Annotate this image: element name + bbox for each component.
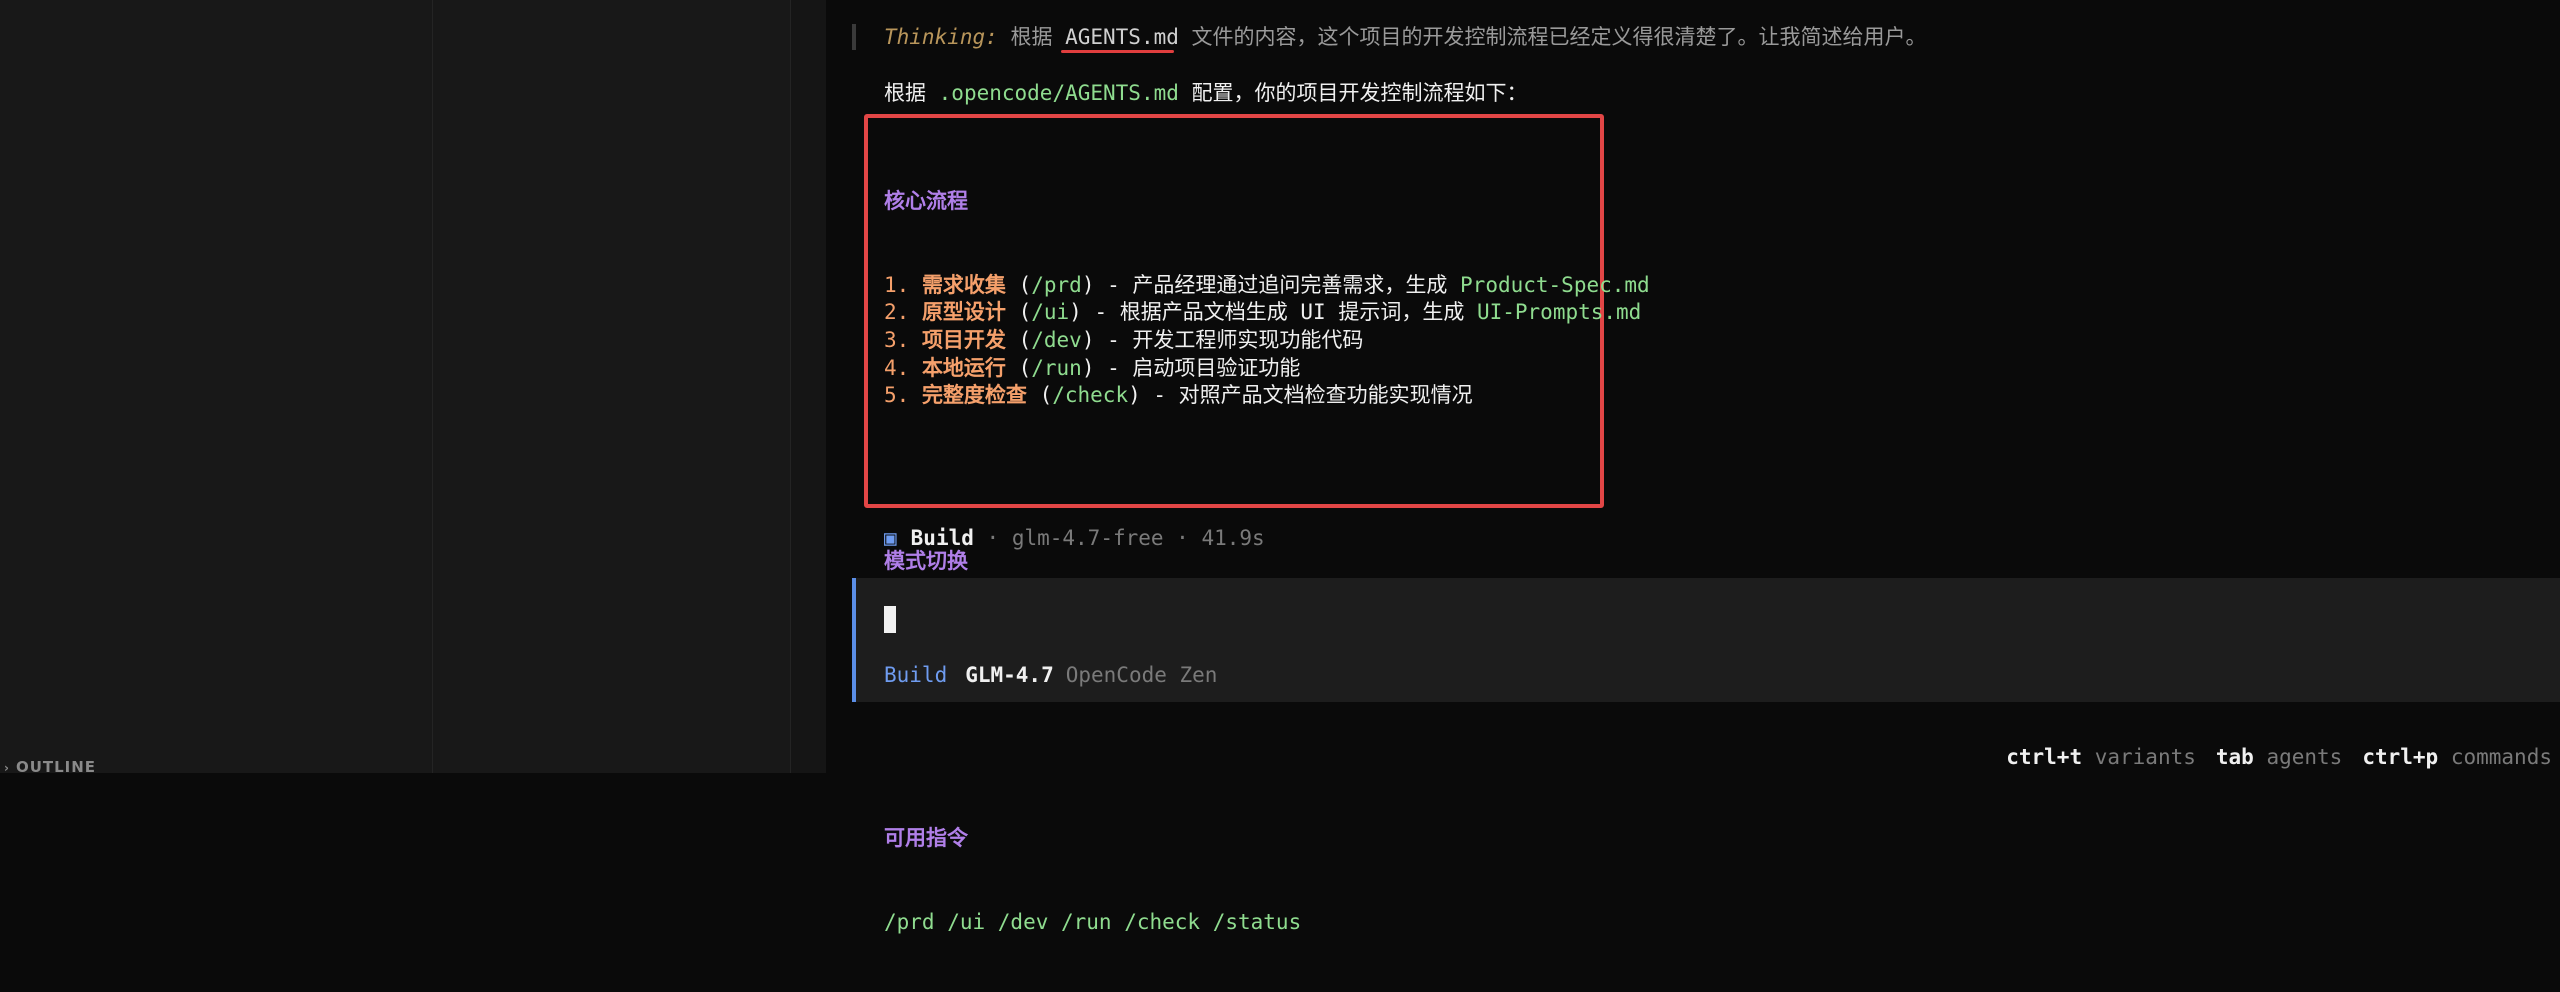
build-model: glm-4.7-free <box>1011 526 1164 550</box>
step-name: 项目开发 <box>921 327 1006 352</box>
section-heading-modes: 模式切换 <box>884 549 968 574</box>
build-square-icon: ▣ <box>884 526 897 550</box>
flow-step: 5. 完整度检查 (/check) - 对照产品文档检查功能实现情况 <box>884 383 1473 408</box>
build-duration: 41.9s <box>1201 526 1265 550</box>
left-panel: › OUTLINE <box>0 0 432 776</box>
step-description: ) - 启动项目验证功能 <box>1081 355 1301 380</box>
step-command: /check <box>1052 383 1129 408</box>
flow-steps-list: 1. 需求收集 (/prd) - 产品经理通过追问完善需求，生成 Product… <box>884 272 1650 410</box>
step-description: ) - 产品经理通过追问完善需求，生成 <box>1081 272 1461 297</box>
provider-label: OpenCode Zen <box>1065 663 1218 687</box>
build-status-line: ▣ Build · glm-4.7-free · 41.9s <box>884 526 1265 550</box>
thinking-label: Thinking: <box>884 25 998 49</box>
step-number: 2. <box>884 300 922 325</box>
step-name: 本地运行 <box>921 355 1006 380</box>
section-heading-commands: 可用指令 <box>884 826 968 851</box>
step-description: ) - 根据产品文档生成 UI 提示词，生成 <box>1069 300 1477 325</box>
step-number: 1. <box>884 272 922 297</box>
step-name: 需求收集 <box>921 272 1006 297</box>
outline-section-header[interactable]: › OUTLINE <box>4 758 96 776</box>
divider-gutter <box>790 0 827 773</box>
red-underline-annotation <box>1061 50 1174 53</box>
hint-agents: tab agents <box>2215 745 2343 769</box>
hint-commands: ctrl+p commands <box>2362 745 2552 769</box>
agent-selector[interactable]: Build <box>884 663 947 687</box>
thinking-indicator-bar <box>852 24 856 50</box>
text-cursor <box>884 606 896 633</box>
response-content: 核心流程 1. 需求收集 (/prd) - 产品经理通过追问完善需求，生成 Pr… <box>884 133 1650 992</box>
flow-step: 1. 需求收集 (/prd) - 产品经理通过追问完善需求，生成 Product… <box>884 272 1650 297</box>
step-number: 5. <box>884 383 922 408</box>
thinking-message: Thinking: 根据 AGENTS.md 文件的内容，这个项目的开发控制流程… <box>884 25 1927 49</box>
step-command: /prd <box>1031 272 1082 297</box>
step-number: 3. <box>884 327 922 352</box>
middle-panel <box>432 0 791 773</box>
step-name: 原型设计 <box>921 300 1006 325</box>
flow-step: 3. 项目开发 (/dev) - 开发工程师实现功能代码 <box>884 327 1364 352</box>
config-path: .opencode/AGENTS.md <box>938 81 1179 105</box>
step-command: /ui <box>1031 300 1070 325</box>
chat-panel: Thinking: 根据 AGENTS.md 文件的内容，这个项目的开发控制流程… <box>826 0 2560 934</box>
step-description: ) - 对照产品文档检查功能实现情况 <box>1128 383 1473 408</box>
hint-variants: ctrl+t variants <box>2006 745 2196 769</box>
flow-step: 2. 原型设计 (/ui) - 根据产品文档生成 UI 提示词，生成 UI-Pr… <box>884 300 1642 325</box>
build-agent-name: Build <box>910 526 974 550</box>
input-meta-line: Build GLM-4.7 OpenCode Zen <box>884 662 1217 688</box>
section-heading-flow: 核心流程 <box>884 189 968 214</box>
model-selector[interactable]: GLM-4.7 <box>965 663 1054 687</box>
response-intro: 根据 .opencode/AGENTS.md 配置，你的项目开发控制流程如下： <box>884 81 1528 105</box>
step-name: 完整度检查 <box>921 383 1027 408</box>
step-command: /run <box>1031 355 1082 380</box>
step-output-file: UI-Prompts.md <box>1476 300 1642 325</box>
step-number: 4. <box>884 355 922 380</box>
flow-step: 4. 本地运行 (/run) - 启动项目验证功能 <box>884 355 1301 380</box>
file-reference: AGENTS.md <box>1065 25 1179 49</box>
commands-list: /prd /ui /dev /run /check /status <box>884 909 1302 934</box>
step-description: ) - 开发工程师实现功能代码 <box>1081 327 1364 352</box>
step-output-file: Product-Spec.md <box>1460 272 1650 297</box>
step-command: /dev <box>1031 327 1082 352</box>
keyboard-hints: ctrl+t variants tab agents ctrl+p commands <box>1956 718 2552 796</box>
